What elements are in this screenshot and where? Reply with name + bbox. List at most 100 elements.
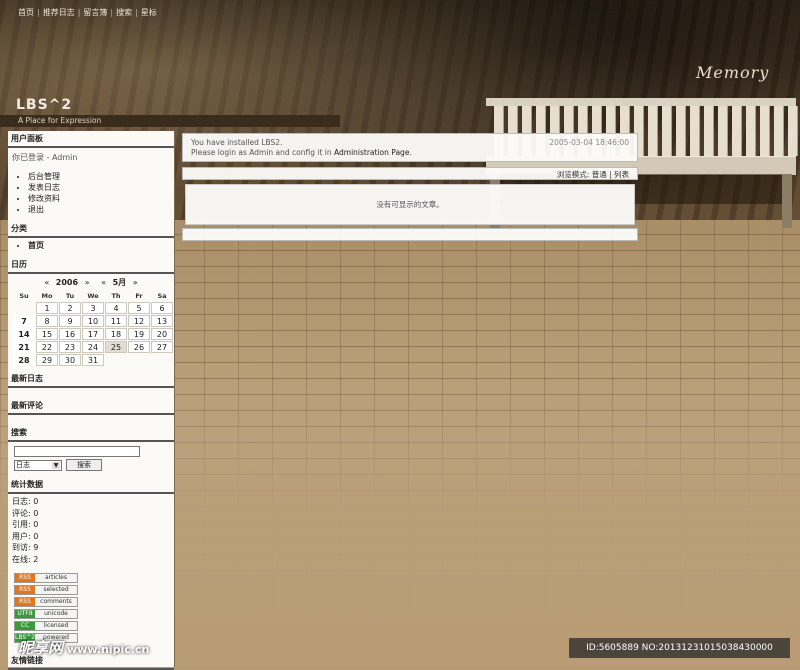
calendar-day[interactable]: 10 xyxy=(82,315,104,327)
stat-line: 日志: 0 xyxy=(12,497,39,506)
calendar-day[interactable]: 22 xyxy=(36,341,58,353)
calendar-day[interactable]: 23 xyxy=(59,341,81,353)
nav-item[interactable]: 星标 xyxy=(141,8,157,17)
calendar-day[interactable]: 25 xyxy=(105,341,127,353)
calendar-day[interactable]: 4 xyxy=(105,302,127,314)
user-link[interactable]: 发表日志 xyxy=(28,182,174,193)
nav-separator: | xyxy=(77,8,81,17)
calendar-empty xyxy=(128,354,150,366)
calendar-day[interactable]: 3 xyxy=(82,302,104,314)
nav-item[interactable]: 搜索 xyxy=(116,8,132,17)
calendar-empty xyxy=(105,354,127,366)
search-scope-value: 日志 xyxy=(16,461,30,469)
calendar-day[interactable]: 2 xyxy=(59,302,81,314)
memory-logo: Memory xyxy=(696,63,770,82)
calendar-day[interactable]: 11 xyxy=(105,315,127,327)
image-id-bar: ID:5605889 NO:20131231015038430000 xyxy=(569,638,790,658)
calendar-month: 5月 xyxy=(112,278,127,287)
site-title[interactable]: LBS^2 xyxy=(16,97,72,113)
badge-list: RSS articles RSS selected RSS comments UTF8 uni… xyxy=(8,573,174,643)
calendar-day[interactable]: 6 xyxy=(151,302,173,314)
weekday-label: Tu xyxy=(65,292,75,300)
search-scope-select[interactable]: 日志 ▼ xyxy=(14,459,62,471)
badge-link[interactable]: RSS selected xyxy=(14,585,78,595)
calendar-day[interactable]: 12 xyxy=(128,315,150,327)
watermark: 昵享网 www.nipic.cn xyxy=(18,637,218,661)
nav-item[interactable]: 首页 xyxy=(18,8,34,17)
calendar-day[interactable]: 7 xyxy=(13,315,35,327)
notice-period: . xyxy=(409,148,412,157)
next-year-button[interactable]: » xyxy=(85,278,90,287)
badge-link[interactable]: UTF8 unicode xyxy=(14,609,78,619)
badge-right: articles xyxy=(35,574,77,582)
calendar-day[interactable]: 24 xyxy=(82,341,104,353)
calendar-day[interactable]: 16 xyxy=(59,328,81,340)
badge-right: selected xyxy=(35,586,77,594)
install-notice: You have installed LBS2. Please login as… xyxy=(182,133,638,162)
calendar-nav: « 2006 » « 5月 » xyxy=(8,277,174,288)
badge-link[interactable]: RSS articles xyxy=(14,573,78,583)
badge-link[interactable]: RSS comments xyxy=(14,597,78,607)
calendar-day[interactable]: 14 xyxy=(13,328,35,340)
stat-line: 引用: 0 xyxy=(12,520,39,529)
calendar-day[interactable]: 31 xyxy=(82,354,104,366)
prev-year-button[interactable]: « xyxy=(44,278,49,287)
view-mode-toggle[interactable]: 浏览模式: 普通 | 列表 xyxy=(557,169,629,180)
calendar-empty xyxy=(151,354,173,366)
site-tagline: A Place for Expression xyxy=(18,116,102,125)
weekday-label: Mo xyxy=(41,292,53,300)
badge-left: UTF8 xyxy=(15,610,35,618)
user-link[interactable]: 修改资料 xyxy=(28,193,174,204)
search-input[interactable] xyxy=(14,446,140,457)
calendar-day[interactable]: 5 xyxy=(128,302,150,314)
badge-right: unicode xyxy=(35,610,77,618)
calendar-day[interactable]: 8 xyxy=(36,315,58,327)
calendar-day[interactable]: 18 xyxy=(105,328,127,340)
notice-text: Please login as Admin and config it in xyxy=(191,148,335,157)
calendar-day[interactable]: 1 xyxy=(36,302,58,314)
calendar-title: 日历 xyxy=(8,257,174,274)
calendar-day[interactable]: 17 xyxy=(82,328,104,340)
user-link[interactable]: 退出 xyxy=(28,204,174,215)
calendar-day[interactable]: 27 xyxy=(151,341,173,353)
search-button[interactable]: 搜索 xyxy=(66,459,102,471)
latest-comments-title: 最新评论 xyxy=(8,398,174,415)
calendar-day[interactable]: 13 xyxy=(151,315,173,327)
nav-separator: | xyxy=(135,8,138,17)
category-item[interactable]: 首页 xyxy=(28,240,174,251)
badge-left: RSS xyxy=(15,574,35,582)
nav-separator: | xyxy=(37,8,40,17)
calendar-empty xyxy=(13,302,35,314)
user-link[interactable]: 后台管理 xyxy=(28,171,174,182)
stat-line: 评论: 0 xyxy=(12,508,39,518)
calendar-day[interactable]: 9 xyxy=(59,315,81,327)
badge-link[interactable]: CC licensed xyxy=(14,621,78,631)
calendar-day[interactable]: 29 xyxy=(36,354,58,366)
calendar-day[interactable]: 28 xyxy=(13,354,35,366)
weekday-label: Fr xyxy=(135,292,143,300)
badge-left: CC xyxy=(15,622,35,630)
prev-month-button[interactable]: « xyxy=(101,278,106,287)
categories-title: 分类 xyxy=(8,221,174,238)
user-links: 后台管理 发表日志 修改资料 退出 xyxy=(8,171,174,215)
badge-left: RSS xyxy=(15,586,35,594)
nav-item[interactable]: 留言簿 xyxy=(83,8,107,17)
calendar-day[interactable]: 26 xyxy=(128,341,150,353)
next-month-button[interactable]: » xyxy=(133,278,138,287)
calendar-day[interactable]: 19 xyxy=(128,328,150,340)
latest-posts-title: 最新日志 xyxy=(8,371,174,388)
nav-separator: | xyxy=(110,8,114,17)
calendar-day[interactable]: 30 xyxy=(59,354,81,366)
chevron-down-icon: ▼ xyxy=(52,461,60,469)
calendar-day[interactable]: 21 xyxy=(13,341,35,353)
stat-line: 用户: 0 xyxy=(12,531,39,541)
badge-left: RSS xyxy=(15,598,35,606)
category-list: 首页 xyxy=(8,240,174,251)
calendar-day[interactable]: 20 xyxy=(151,328,173,340)
badge-right: licensed xyxy=(35,622,77,630)
weekday-label: Sa xyxy=(157,292,167,300)
view-mode-bar: 浏览模式: 普通 | 列表 xyxy=(182,167,638,180)
admin-page-link[interactable]: Administration Page xyxy=(334,148,409,157)
calendar-day[interactable]: 15 xyxy=(36,328,58,340)
nav-item[interactable]: 推荐日志 xyxy=(43,8,75,17)
